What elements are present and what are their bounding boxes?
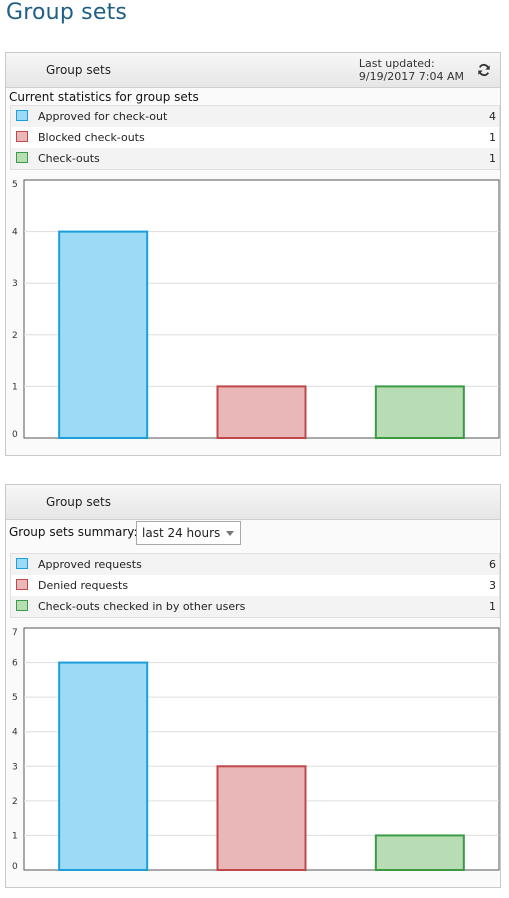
- bar: [58, 230, 149, 439]
- y-tick-label: 5: [12, 180, 18, 190]
- legend-item: Blocked check-outs 1: [11, 127, 499, 148]
- legend: Approved for check-out 4 Blocked check-out…: [10, 105, 500, 170]
- legend-count: 1: [489, 152, 496, 165]
- y-tick-label: 2: [12, 797, 18, 807]
- legend-swatch: [16, 579, 28, 590]
- legend-swatch: [16, 558, 28, 569]
- y-tick-label: 3: [12, 762, 18, 772]
- legend-label: Approved for check-out: [38, 110, 168, 123]
- summary-period-select[interactable]: last 24 hours: [136, 521, 241, 545]
- legend-count: 6: [489, 558, 496, 571]
- legend-item: Approved requests 6: [11, 554, 499, 575]
- y-tick-label: 4: [12, 228, 18, 238]
- y-tick-label: 2: [12, 331, 18, 341]
- legend-swatch: [16, 152, 28, 163]
- panel-title: Group sets: [46, 495, 111, 509]
- panel-header: Group sets: [6, 485, 500, 520]
- legend-swatch: [16, 110, 28, 121]
- legend: Approved requests 6 Denied requests 3 Check-…: [10, 553, 500, 618]
- bar: [216, 385, 307, 439]
- y-tick-label: 0: [12, 862, 18, 871]
- last-updated-value: 9/19/2017 7:04 AM: [358, 70, 464, 83]
- legend-count: 1: [489, 600, 496, 613]
- legend-item: Denied requests 3: [11, 575, 499, 596]
- bar: [374, 385, 465, 439]
- legend-count: 1: [489, 131, 496, 144]
- y-tick-label: 7: [12, 628, 18, 638]
- y-tick-label: 1: [12, 382, 18, 392]
- y-tick-label: 6: [12, 659, 18, 669]
- legend-label: Check-outs: [38, 152, 100, 165]
- page-title: Group sets: [6, 0, 128, 25]
- panel-header: Group sets Last updated: 9/19/2017 7:04 …: [6, 53, 500, 88]
- last-updated-label: Last updated:: [358, 57, 435, 70]
- legend-label: Blocked check-outs: [38, 131, 145, 144]
- y-tick-label: 0: [12, 430, 18, 439]
- section-label: Current statistics for group sets: [9, 90, 199, 104]
- refresh-icon[interactable]: [477, 63, 491, 77]
- chart-current-statistics: 0 1 2 3 4 5: [10, 179, 500, 439]
- group-sets-summary-panel: Group sets Group sets summary: last 24 h…: [5, 484, 501, 888]
- legend-item: Check-outs checked in by other users 1: [11, 596, 499, 617]
- bar: [374, 834, 465, 871]
- last-updated: Last updated: 9/19/2017 7:04 AM: [359, 57, 464, 83]
- legend-count: 4: [489, 110, 496, 123]
- summary-label: Group sets summary:: [9, 525, 138, 539]
- legend-label: Check-outs checked in by other users: [38, 600, 246, 613]
- legend-count: 3: [489, 579, 496, 592]
- panel-title: Group sets: [46, 63, 111, 77]
- legend-label: Approved requests: [38, 558, 142, 571]
- bar: [216, 765, 307, 871]
- y-tick-label: 4: [12, 728, 18, 738]
- y-tick-label: 1: [12, 831, 18, 841]
- y-tick-label: 5: [12, 693, 18, 703]
- bar: [58, 661, 149, 871]
- legend-swatch: [16, 600, 28, 611]
- chevron-down-icon: [226, 531, 234, 536]
- legend-swatch: [16, 131, 28, 142]
- legend-label: Denied requests: [38, 579, 129, 592]
- group-sets-status-panel: Group sets Last updated: 9/19/2017 7:04 …: [5, 52, 501, 456]
- legend-item: Check-outs 1: [11, 148, 499, 169]
- y-tick-label: 3: [12, 279, 18, 289]
- summary-period-value: last 24 hours: [142, 526, 221, 540]
- legend-item: Approved for check-out 4: [11, 106, 499, 127]
- chart-summary: 0 1 2 3 4 5 6 7: [10, 627, 500, 871]
